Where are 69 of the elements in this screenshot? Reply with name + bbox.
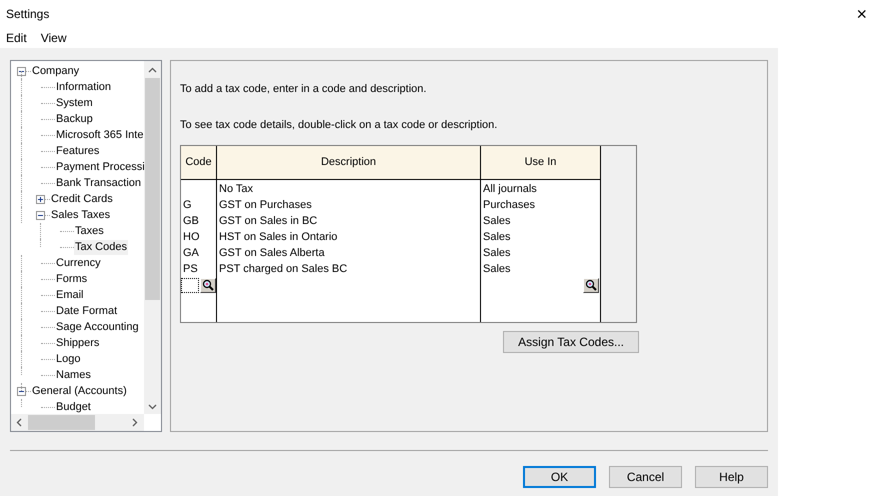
table-cell-text: Sales: [482, 262, 512, 277]
horizontal-scrollbar[interactable]: [11, 414, 144, 431]
tree-item[interactable]: Currency: [55, 256, 102, 270]
search-button[interactable]: [583, 278, 599, 292]
scroll-left-icon[interactable]: [16, 418, 22, 427]
scroll-right-icon[interactable]: [132, 418, 138, 427]
tree-item[interactable]: Logo: [55, 352, 82, 366]
scroll-down-icon[interactable]: [148, 404, 157, 410]
table-cell-text: GST on Sales Alberta: [218, 246, 326, 261]
collapse-icon[interactable]: [17, 386, 26, 396]
column-header[interactable]: Description: [217, 146, 481, 179]
tree-item[interactable]: Information: [55, 80, 112, 94]
tree-item[interactable]: System: [55, 96, 94, 110]
menu-item[interactable]: Edit: [6, 29, 27, 47]
table-cell-text: Sales: [482, 230, 512, 245]
tree-item[interactable]: Credit Cards: [50, 192, 114, 206]
tree-item[interactable]: Payment Processi: [55, 160, 146, 174]
magnifier-icon: [585, 279, 597, 291]
tree-item[interactable]: General (Accounts): [31, 384, 128, 398]
tree-item[interactable]: Company: [31, 64, 80, 78]
scrollbar-thumb[interactable]: [145, 78, 160, 300]
tree-item[interactable]: Names: [55, 368, 92, 382]
vertical-scrollbar[interactable]: [144, 61, 161, 414]
magnifier-icon: [202, 279, 214, 291]
scroll-up-icon[interactable]: [148, 67, 157, 73]
table-cell-text: PS: [182, 262, 199, 277]
column-header[interactable]: Code: [181, 146, 217, 179]
scrollbar-thumb[interactable]: [28, 415, 95, 430]
assign-tax-codes-button[interactable]: Assign Tax Codes...: [503, 331, 639, 353]
tree-item[interactable]: Sage Accounting: [55, 320, 140, 334]
table-cell-text: GA: [182, 246, 200, 261]
dialog-button[interactable]: Help: [695, 466, 768, 488]
column-header[interactable]: Use In: [481, 146, 600, 179]
window-title: Settings: [6, 6, 50, 23]
table-cell-text: GST on Sales in BC: [218, 214, 318, 229]
collapse-icon[interactable]: [17, 66, 26, 76]
tree-item[interactable]: Date Format: [55, 304, 118, 318]
tree-item[interactable]: Shippers: [55, 336, 100, 350]
tree-item[interactable]: Microsoft 365 Inte: [55, 128, 144, 142]
tree-item[interactable]: Tax Codes: [74, 240, 128, 254]
tree-item[interactable]: Budget: [55, 400, 92, 413]
input-field[interactable]: [181, 278, 199, 292]
tree-item[interactable]: Backup: [55, 112, 94, 126]
dialog-button[interactable]: Cancel: [609, 466, 682, 488]
tree-item[interactable]: Taxes: [74, 224, 105, 238]
search-button[interactable]: [200, 278, 216, 292]
table-cell-text: Sales: [482, 214, 512, 229]
table-cell-text: GST on Purchases: [218, 198, 313, 213]
table-cell-text: HO: [182, 230, 200, 245]
collapse-icon[interactable]: [36, 210, 45, 220]
table-cell-text: Sales: [482, 246, 512, 261]
tree-item[interactable]: Features: [55, 144, 100, 158]
table-cell-text: G: [182, 198, 193, 213]
table-cell-text: GB: [182, 214, 200, 229]
tree-item[interactable]: Bank Transaction: [55, 176, 142, 190]
close-button[interactable]: ×: [852, 5, 871, 23]
table-cell-text: PST charged on Sales BC: [218, 262, 348, 277]
tree-item[interactable]: Forms: [55, 272, 88, 286]
table-cell-text: All journals: [482, 182, 538, 197]
table-cell-text: HST on Sales in Ontario: [218, 230, 338, 245]
tree-item[interactable]: Sales Taxes: [50, 208, 112, 222]
expand-icon[interactable]: [36, 194, 45, 204]
table-cell-text: No Tax: [218, 182, 254, 197]
dialog-button[interactable]: OK: [523, 466, 596, 488]
menu-item[interactable]: View: [40, 29, 66, 47]
instruction-text: To add a tax code, enter in a code and description.: [180, 82, 428, 97]
instruction-text: To see tax code details, double-click on a tax code or description.: [180, 118, 498, 132]
tree-item[interactable]: Email: [55, 288, 85, 302]
table-cell-text: Purchases: [482, 198, 536, 213]
